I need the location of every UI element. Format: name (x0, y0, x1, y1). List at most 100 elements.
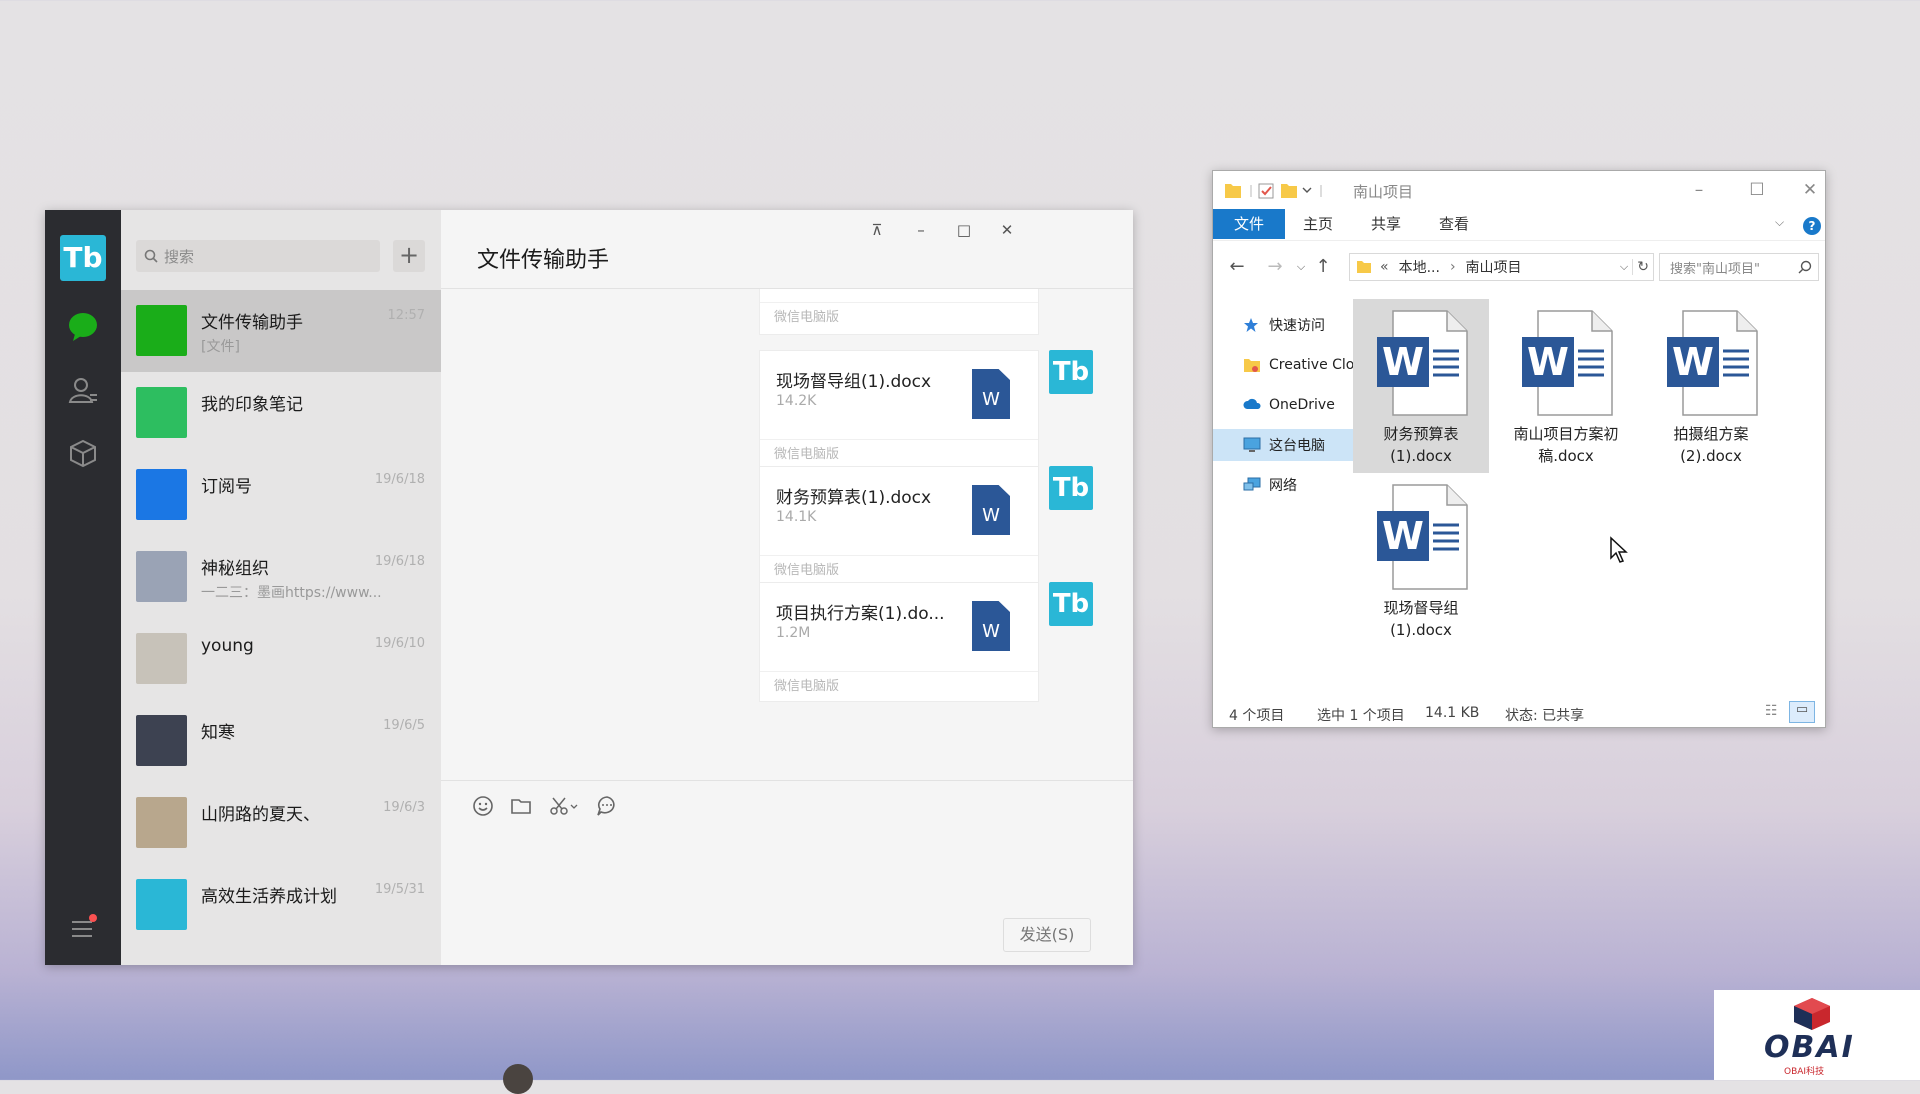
back-arrow-icon[interactable]: ← (1225, 255, 1249, 279)
message-source: 微信电脑版 (760, 555, 1038, 585)
file-name: 项目执行方案(1).do... (776, 604, 945, 624)
emoji-icon[interactable] (469, 795, 497, 823)
explorer-search-placeholder: 搜索"南山项目" (1670, 261, 1760, 277)
menu-icon[interactable] (66, 910, 100, 944)
watermark-logo: OBAI OBAI科技 (1714, 990, 1920, 1080)
file-message[interactable]: 项目执行方案(1).do... 1.2M W 微信电脑版 (759, 582, 1039, 702)
file-tile[interactable]: W 拍摄组方案 (2).docx (1643, 299, 1779, 473)
chat-history-icon[interactable] (593, 795, 621, 823)
send-button[interactable]: 发送(S) (1003, 918, 1091, 952)
file-size: 14.2K (776, 393, 817, 409)
ribbon-tabs: 文件 主页 共享 查看 ⌵ ? (1213, 209, 1825, 241)
help-icon[interactable]: ? (1803, 217, 1821, 235)
tab-view[interactable]: 查看 (1425, 209, 1483, 239)
minimize-button[interactable]: – (907, 216, 935, 244)
contacts-icon[interactable] (66, 373, 100, 407)
search-input[interactable]: 搜索 (136, 240, 380, 272)
address-folder[interactable]: 南山项目 (1466, 257, 1522, 277)
message-source: 微信电脑版 (760, 671, 1038, 701)
explorer-search-input[interactable]: 搜索"南山项目" (1659, 253, 1819, 281)
large-icons-view-icon[interactable]: ▭ (1789, 701, 1815, 723)
chat-item[interactable]: 高效生活养成计划 19/5/31 (121, 864, 441, 946)
file-tile[interactable]: W 南山项目方案初 稿.docx (1498, 299, 1634, 473)
close-button[interactable]: ✕ (1795, 175, 1825, 205)
forward-arrow-icon[interactable]: → (1263, 255, 1287, 279)
favorites-box-icon[interactable] (66, 436, 100, 470)
computer-icon (1243, 437, 1261, 453)
chat-name: 我的印象笔记 (201, 395, 303, 415)
logo-text: OBAI (1764, 1030, 1855, 1065)
file-tile[interactable]: W 财务预算表 (1).docx (1353, 299, 1489, 473)
folder-icon (1357, 261, 1371, 273)
word-file-icon: W (972, 485, 1010, 535)
chevron-down-icon[interactable]: ⌵ (1775, 215, 1784, 230)
details-view-icon[interactable]: ☷ (1765, 703, 1778, 719)
chat-item[interactable]: 订阅号 19/6/18 (121, 454, 441, 536)
file-label-ext: 稿.docx (1538, 447, 1594, 465)
input-divider (441, 780, 1133, 781)
close-button[interactable]: ✕ (993, 216, 1021, 244)
chat-name: 神秘组织 (201, 559, 269, 579)
refresh-icon[interactable]: ↻ (1632, 259, 1649, 275)
address-root[interactable]: 本地... (1399, 257, 1440, 277)
nav-creative-cloud[interactable]: Creative Clo (1243, 349, 1354, 381)
word-document-icon: W (1377, 310, 1468, 416)
maximize-button[interactable]: ☐ (1737, 175, 1777, 205)
file-label: 财务预算表 (1383, 425, 1459, 443)
maximize-button[interactable]: □ (950, 216, 978, 244)
chat-avatar (136, 387, 187, 438)
file-label: 现场督导组 (1383, 599, 1459, 617)
svg-text:W: W (1527, 340, 1569, 384)
chat-item[interactable]: 知寒 19/6/5 (121, 700, 441, 782)
sender-avatar[interactable]: Tb (1049, 350, 1093, 394)
file-message[interactable]: 财务预算表(1).docx 14.1K W 微信电脑版 (759, 466, 1039, 586)
address-bar[interactable]: « 本地... › 南山项目 ⌵ ↻ (1349, 253, 1654, 281)
tab-file[interactable]: 文件 (1213, 209, 1285, 239)
file-explorer-window: 南山项目 – ☐ ✕ 文件 主页 共享 查看 ⌵ ? ← → ⌵ ↑ « 本地.… (1212, 170, 1826, 728)
chat-item[interactable]: 我的印象笔记 (121, 372, 441, 454)
nav-quick-access[interactable]: 快速访问 (1243, 309, 1325, 341)
chat-item[interactable]: 神秘组织 一二三：墨画https://www... 19/6/18 (121, 536, 441, 618)
logo-hexagon-icon (1794, 998, 1830, 1030)
nav-this-pc[interactable]: 这台电脑 (1213, 429, 1361, 461)
partial-avatar (503, 1064, 533, 1094)
wechat-window: Tb 搜索 + 文件传输助手 [文件] 12:57 我的印象笔记订阅号 19/6/18 神… (45, 210, 1133, 965)
chat-item[interactable]: 山阴路的夏天、 19/6/3 (121, 782, 441, 864)
file-label-ext: (2).docx (1680, 447, 1742, 465)
address-dropdown-icon[interactable]: ⌵ (1620, 260, 1628, 274)
recent-chevron-icon[interactable]: ⌵ (1289, 255, 1313, 279)
minimize-button[interactable]: – (1679, 175, 1719, 205)
file-size: 1.2M (776, 625, 811, 641)
chat-item[interactable]: young 19/6/10 (121, 618, 441, 700)
screenshot-scissors-icon[interactable] (547, 795, 581, 823)
folder-icon[interactable] (507, 795, 535, 823)
chat-avatar (136, 797, 187, 848)
quick-access-toolbar-icon[interactable] (1223, 181, 1333, 201)
chat-panel: 文件传输助手 ⊼ – □ ✕ 微信电脑版 发送(S) 现场督导组(1).docx… (441, 210, 1133, 965)
message-source: 微信电脑版 (760, 302, 1038, 334)
file-label-ext: (1).docx (1390, 447, 1452, 465)
file-message-partial[interactable]: 微信电脑版 (759, 289, 1039, 335)
sender-avatar[interactable]: Tb (1049, 582, 1093, 626)
tab-share[interactable]: 共享 (1357, 209, 1415, 239)
sender-avatar[interactable]: Tb (1049, 466, 1093, 510)
nav-network[interactable]: 网络 (1243, 469, 1297, 501)
file-tile[interactable]: W 现场督导组 (1).docx (1353, 473, 1489, 647)
chat-item[interactable]: 文件传输助手 [文件] 12:57 (121, 290, 441, 372)
nav-onedrive[interactable]: OneDrive (1243, 389, 1335, 421)
tab-home[interactable]: 主页 (1289, 209, 1347, 239)
add-chat-button[interactable]: + (393, 240, 425, 272)
pin-button[interactable]: ⊼ (863, 216, 891, 244)
status-selected: 选中 1 个项目 (1317, 708, 1405, 724)
file-label-ext: (1).docx (1390, 621, 1452, 639)
user-avatar[interactable]: Tb (60, 235, 106, 281)
explorer-title: 南山项目 (1353, 183, 1414, 201)
chat-name: 知寒 (201, 723, 235, 743)
chat-icon[interactable] (66, 310, 100, 344)
file-message[interactable]: 现场督导组(1).docx 14.2K W 微信电脑版 (759, 350, 1039, 470)
chat-time: 19/6/18 (374, 472, 425, 487)
word-document-icon: W (1522, 310, 1613, 416)
up-arrow-icon[interactable]: ↑ (1311, 255, 1335, 279)
chat-preview: 一二三：墨画https://www... (201, 585, 382, 601)
file-label: 拍摄组方案 (1673, 425, 1749, 443)
